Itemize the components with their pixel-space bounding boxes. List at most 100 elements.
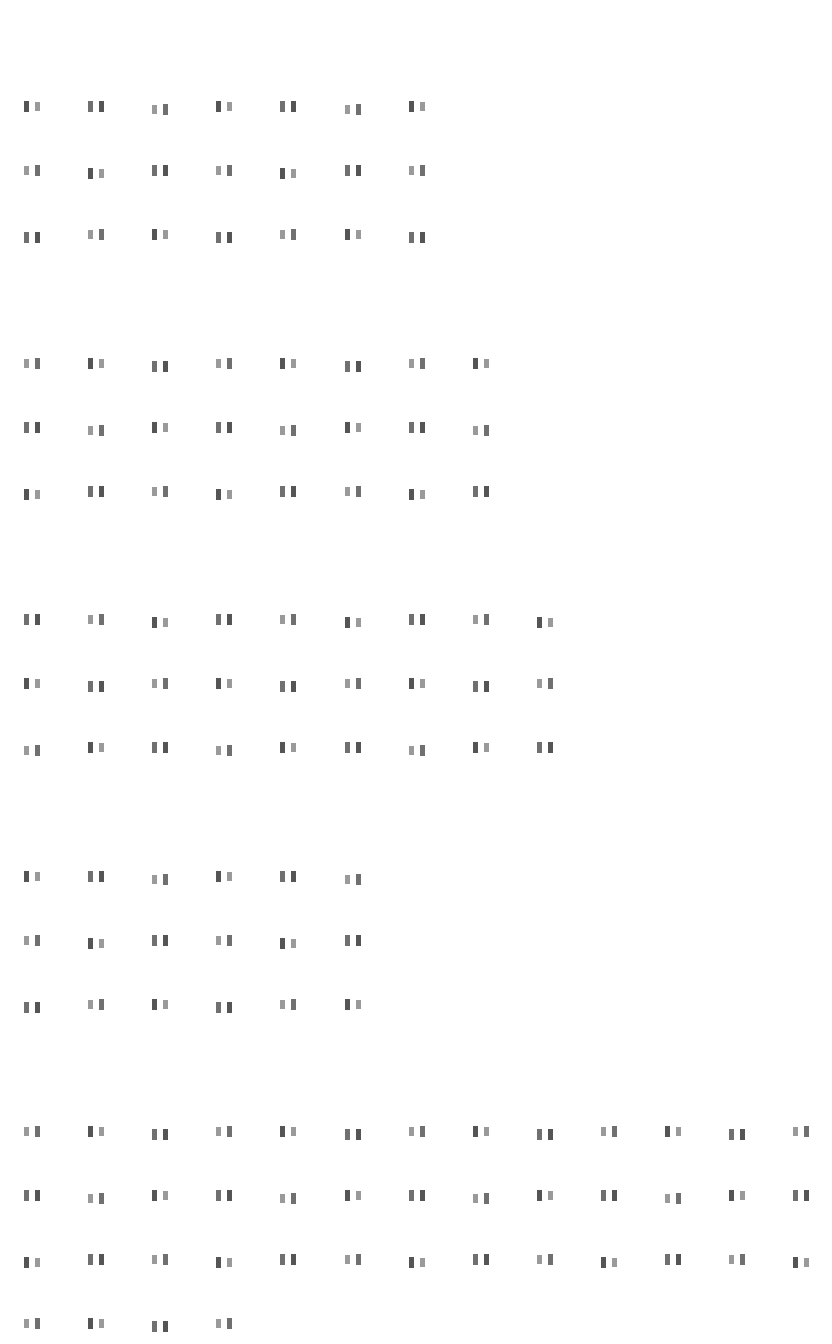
pixel-glyph-icon [152,677,168,689]
glyph-stroke [152,104,157,114]
glyph-stroke [537,741,542,753]
glyph-stroke [356,103,361,115]
glyph-stroke [345,360,350,372]
glyph-stroke [35,1317,40,1329]
pixel-glyph-icon [280,741,296,753]
pixel-glyph-icon [216,1189,232,1201]
glyph-stroke [473,357,478,369]
pixel-glyph-icon [152,1189,168,1201]
glyph-stroke [152,741,157,753]
glyph-stroke [99,100,104,112]
glyph-stroke [227,421,232,433]
pixel-glyph-icon [473,741,489,753]
glyph-stroke [216,745,221,755]
glyph-stroke [227,1189,232,1201]
pixel-glyph-icon [24,231,40,243]
glyph-stroke [99,228,104,240]
glyph-stroke [291,424,296,436]
glyph-stroke [227,357,232,369]
glyph-stroke [88,1125,93,1137]
glyph-stroke [35,489,40,499]
glyph-stroke [729,1189,734,1201]
glyph-stroke [345,486,350,496]
pixel-glyph-icon [24,100,40,112]
glyph-stroke [227,678,232,688]
glyph-stroke [280,357,285,369]
pixel-glyph-icon [216,934,232,946]
glyph-stroke [35,1189,40,1201]
pixel-glyph-icon [409,100,425,112]
pixel-glyph-icon [665,1192,681,1204]
pixel-glyph-icon [537,1253,553,1265]
glyph-stroke [740,1128,745,1140]
pixel-glyph-icon [216,1317,232,1329]
glyph-stroke [152,360,157,372]
pixel-glyph-icon [793,1256,809,1268]
glyph-stroke [484,485,489,497]
glyph-stroke [409,1256,414,1268]
glyph-stroke [227,744,232,756]
glyph-stroke [740,1190,745,1200]
pixel-glyph-icon [280,1125,296,1137]
pixel-glyph-icon [216,744,232,756]
pixel-glyph-icon [152,1320,168,1332]
glyph-stroke [548,677,553,689]
glyph-stroke [420,678,425,688]
pixel-glyph-icon [24,934,40,946]
glyph-stroke [216,1256,221,1268]
pixel-glyph-icon [345,1253,361,1265]
glyph-stroke [537,1189,542,1201]
glyph-stroke [216,358,221,368]
pixel-glyph-icon [409,744,425,756]
pixel-glyph-icon [280,937,296,949]
pixel-glyph-icon [88,1253,104,1265]
pixel-glyph-icon [537,677,553,689]
pixel-glyph-icon [601,1125,617,1137]
glyph-stroke [216,100,221,112]
pixel-glyph-icon [88,680,104,692]
glyph-stroke [356,873,361,885]
glyph-stroke [484,1126,489,1136]
glyph-stroke [409,613,414,625]
glyph-stroke [227,101,232,111]
glyph-stroke [216,231,221,243]
pixel-glyph-icon [24,421,40,433]
glyph-stroke [601,1126,606,1136]
glyph-stroke [88,741,93,753]
glyph-stroke [356,741,361,753]
glyph-stroke [24,613,29,625]
glyph-stroke [88,1193,93,1203]
glyph-stroke [216,1001,221,1013]
glyph-stroke [420,101,425,111]
glyph-stroke [484,424,489,436]
glyph-stroke [345,616,350,628]
glyph-stroke [612,1189,617,1201]
pixel-glyph-icon [152,228,168,240]
pixel-glyph-icon [24,613,40,625]
glyph-stroke [35,164,40,176]
glyph-stroke [420,613,425,625]
pixel-glyph-icon [24,1317,40,1329]
glyph-stroke [548,1128,553,1140]
glyph-stroke [24,100,29,112]
glyph-stroke [291,228,296,240]
glyph-stroke [409,100,414,112]
glyph-stroke [291,358,296,368]
glyph-stroke [152,874,157,884]
glyph-stroke [163,360,168,372]
glyph-stroke [740,1253,745,1265]
pixel-glyph-icon [345,934,361,946]
pixel-glyph-icon [729,1189,745,1201]
pixel-glyph-icon [216,164,232,176]
glyph-stroke [409,1189,414,1201]
glyph-stroke [99,358,104,368]
glyph-stroke [24,935,29,945]
glyph-stroke [345,1128,350,1140]
pixel-glyph-icon [280,167,296,179]
pixel-glyph-icon [88,357,104,369]
pixel-glyph-icon [280,870,296,882]
glyph-stroke [227,1317,232,1329]
glyph-stroke [35,231,40,243]
glyph-stroke [88,1253,93,1265]
glyph-stroke [420,489,425,499]
